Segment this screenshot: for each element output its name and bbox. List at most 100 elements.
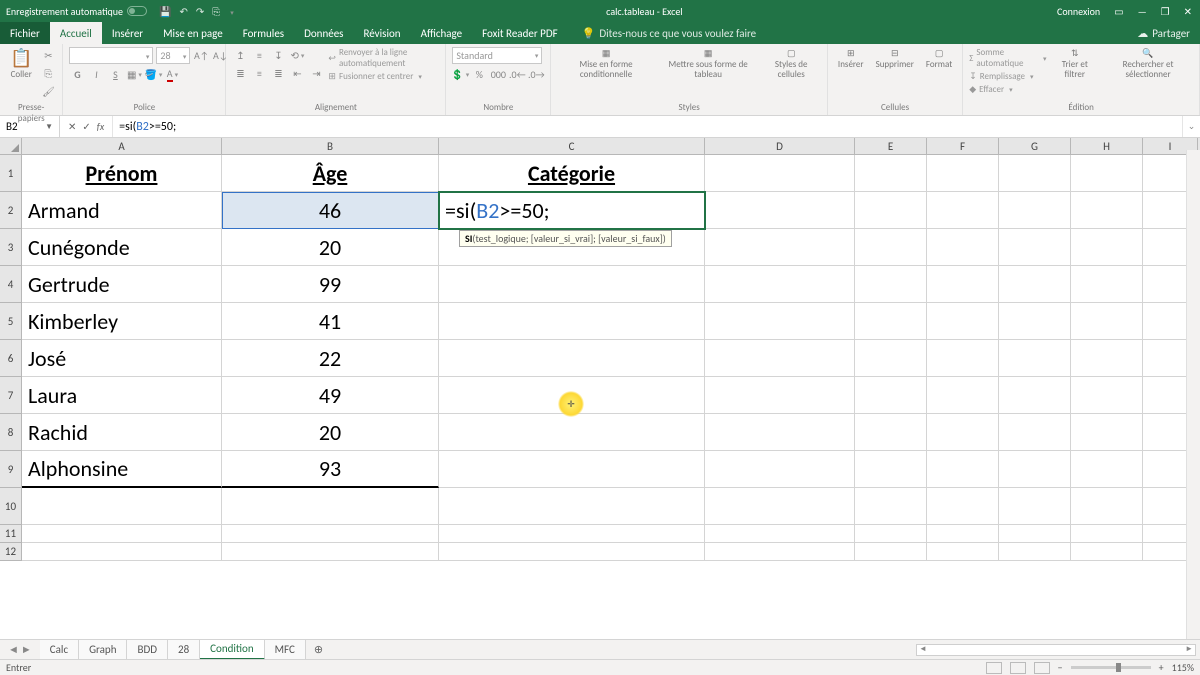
tab-insert[interactable]: Insérer xyxy=(102,22,153,44)
cell[interactable] xyxy=(855,525,927,543)
autosave-toggle[interactable]: Enregistrement automatique xyxy=(0,5,153,18)
cell[interactable] xyxy=(705,340,855,377)
touch-icon[interactable]: ⎘ xyxy=(212,5,220,18)
sheet-tab[interactable]: Graph xyxy=(79,640,127,660)
cell[interactable]: 49 xyxy=(222,377,439,414)
wrap-text-button[interactable]: ↩ Renvoyer à la ligne automatiquement xyxy=(328,47,439,69)
row-header[interactable]: 11 xyxy=(0,525,22,543)
decrease-decimal-icon[interactable]: .0→ xyxy=(528,66,544,82)
cell[interactable]: 20 xyxy=(222,229,439,266)
cell[interactable] xyxy=(855,155,927,192)
cell[interactable]: Rachid xyxy=(22,414,222,451)
ribbon-display-icon[interactable]: ▭ xyxy=(1114,5,1123,18)
cancel-formula-icon[interactable]: ✕ xyxy=(68,120,76,133)
view-page-layout-icon[interactable] xyxy=(1010,662,1026,674)
col-header-A[interactable]: A xyxy=(22,138,222,154)
cell[interactable] xyxy=(222,525,439,543)
cell[interactable]: Âge xyxy=(222,155,439,192)
cell[interactable]: Armand xyxy=(22,192,222,229)
col-header-G[interactable]: G xyxy=(999,138,1071,154)
cell[interactable] xyxy=(1071,155,1143,192)
share-button[interactable]: ☁ Partager xyxy=(1127,22,1200,44)
col-header-D[interactable]: D xyxy=(705,138,855,154)
namebox-dropdown-icon[interactable]: ▼ xyxy=(45,122,53,132)
font-color-icon[interactable]: A xyxy=(164,66,180,82)
sheet-nav-prev-icon[interactable]: ◄ xyxy=(8,643,19,656)
cell[interactable] xyxy=(855,192,927,229)
tab-file[interactable]: Fichier xyxy=(0,22,50,44)
cell[interactable] xyxy=(855,543,927,561)
cell[interactable] xyxy=(999,229,1071,266)
cell[interactable] xyxy=(222,488,439,525)
row-header[interactable]: 4 xyxy=(0,266,22,303)
tab-foxit[interactable]: Foxit Reader PDF xyxy=(472,22,568,44)
autosum-button[interactable]: Σ Somme automatique xyxy=(969,47,1046,69)
zoom-level[interactable]: 115% xyxy=(1172,661,1194,674)
increase-decimal-icon[interactable]: .0← xyxy=(509,66,525,82)
cell[interactable] xyxy=(1071,377,1143,414)
cell[interactable] xyxy=(999,303,1071,340)
cell[interactable] xyxy=(999,266,1071,303)
cell[interactable] xyxy=(705,155,855,192)
cell[interactable] xyxy=(1071,303,1143,340)
cell[interactable] xyxy=(1071,488,1143,525)
fill-button[interactable]: ↧ Remplissage xyxy=(969,71,1046,82)
cell[interactable] xyxy=(1071,543,1143,561)
tab-data[interactable]: Données xyxy=(294,22,353,44)
cell[interactable] xyxy=(705,414,855,451)
cell[interactable] xyxy=(855,377,927,414)
cell[interactable] xyxy=(927,451,999,488)
cell[interactable] xyxy=(927,543,999,561)
cell[interactable] xyxy=(439,303,705,340)
cell[interactable] xyxy=(855,229,927,266)
signin-link[interactable]: Connexion xyxy=(1057,5,1100,18)
col-header-E[interactable]: E xyxy=(855,138,927,154)
row-header[interactable]: 5 xyxy=(0,303,22,340)
col-header-H[interactable]: H xyxy=(1071,138,1143,154)
cell[interactable] xyxy=(22,525,222,543)
cell[interactable] xyxy=(927,303,999,340)
row-header[interactable]: 3 xyxy=(0,229,22,266)
cell[interactable] xyxy=(999,488,1071,525)
cut-icon[interactable]: ✂ xyxy=(40,47,56,63)
comma-icon[interactable]: 000 xyxy=(490,66,506,82)
cell[interactable] xyxy=(439,266,705,303)
cell[interactable] xyxy=(855,488,927,525)
row-header[interactable]: 12 xyxy=(0,543,22,561)
cell[interactable] xyxy=(927,488,999,525)
fill-color-icon[interactable]: 🪣 xyxy=(145,66,161,82)
cell[interactable] xyxy=(927,414,999,451)
zoom-out-icon[interactable]: − xyxy=(1058,661,1063,674)
delete-cells-button[interactable]: ⊟Supprimer xyxy=(872,47,918,72)
tab-view[interactable]: Affichage xyxy=(411,22,473,44)
accept-formula-icon[interactable]: ✓ xyxy=(82,120,90,133)
formula-input[interactable]: =si(B2>=50; xyxy=(113,116,1182,137)
row-header[interactable]: 1 xyxy=(0,155,22,192)
cell[interactable] xyxy=(705,451,855,488)
indent-increase-icon[interactable]: ⇥ xyxy=(308,65,324,81)
font-name-combo[interactable] xyxy=(69,47,153,64)
cell[interactable]: Cunégonde xyxy=(22,229,222,266)
format-painter-icon[interactable]: 🖌 xyxy=(40,83,56,99)
cell[interactable] xyxy=(705,543,855,561)
cell[interactable] xyxy=(1071,525,1143,543)
align-center-icon[interactable]: ≡ xyxy=(251,65,267,81)
cell[interactable] xyxy=(999,451,1071,488)
cell[interactable] xyxy=(1071,266,1143,303)
row-header[interactable]: 9 xyxy=(0,451,22,488)
cell[interactable]: Kimberley xyxy=(22,303,222,340)
increase-font-icon[interactable]: A↑ xyxy=(193,48,209,64)
italic-icon[interactable]: I xyxy=(88,66,104,82)
cell[interactable] xyxy=(1071,229,1143,266)
cell[interactable] xyxy=(705,377,855,414)
zoom-in-icon[interactable]: + xyxy=(1159,661,1164,674)
cell[interactable]: Laura xyxy=(22,377,222,414)
redo-icon[interactable]: ↷ xyxy=(196,5,204,18)
cell-selected-reference[interactable]: 46 xyxy=(222,192,439,229)
format-cells-button[interactable]: ▢Format xyxy=(922,47,956,72)
cell[interactable] xyxy=(999,377,1071,414)
select-all-button[interactable] xyxy=(0,138,22,154)
row-header[interactable]: 8 xyxy=(0,414,22,451)
tab-home[interactable]: Accueil xyxy=(50,22,102,44)
insert-cells-button[interactable]: ⊞Insérer xyxy=(834,47,868,72)
